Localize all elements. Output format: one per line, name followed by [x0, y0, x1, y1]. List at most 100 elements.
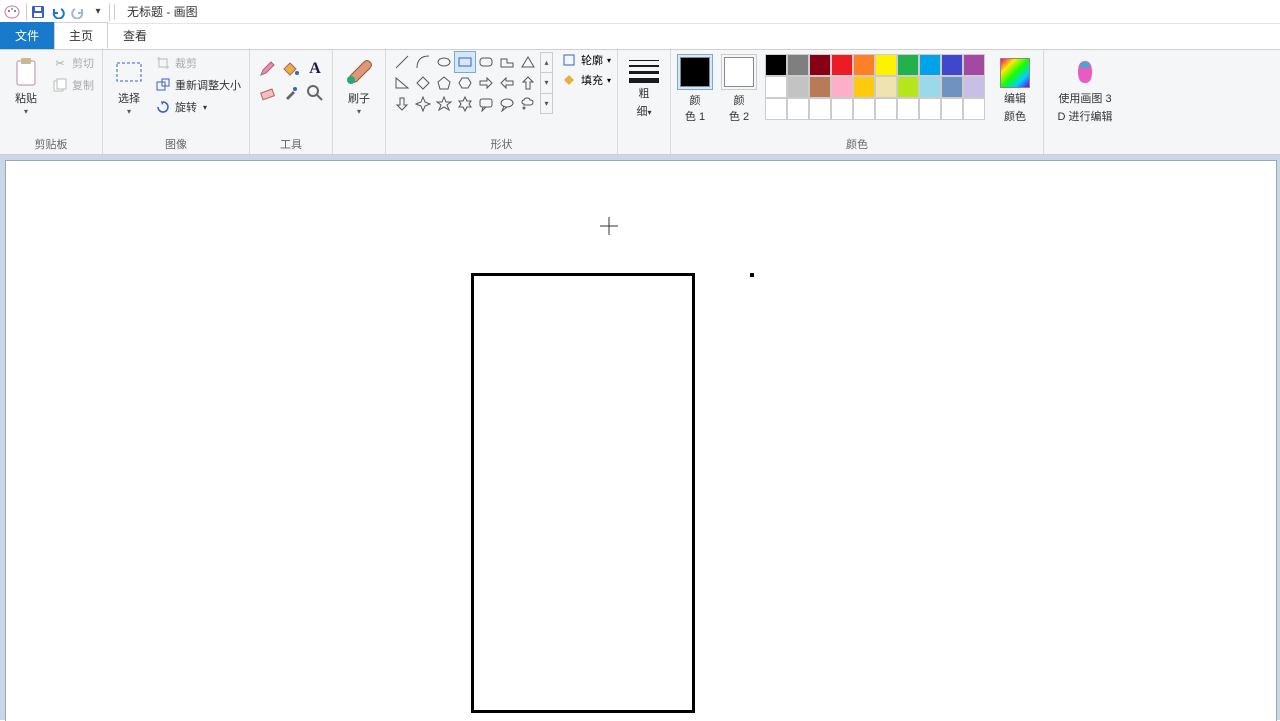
arrow-down-shape[interactable]: [392, 94, 412, 114]
select-icon: [113, 56, 145, 88]
color-swatch[interactable]: [765, 76, 787, 98]
text-tool[interactable]: A: [304, 58, 326, 80]
color-swatch[interactable]: [963, 54, 985, 76]
color-swatch[interactable]: [919, 76, 941, 98]
color-swatch[interactable]: [853, 76, 875, 98]
group-paint3d: 使用画图 3 D 进行编辑: [1044, 50, 1126, 154]
callout-cloud-shape[interactable]: [518, 94, 538, 114]
arrow-up-shape[interactable]: [518, 73, 538, 93]
color-swatch[interactable]: [831, 98, 853, 120]
shape-outline-button[interactable]: 轮廓▾: [561, 52, 611, 68]
rotate-button[interactable]: 旋转▾: [153, 96, 243, 118]
hexagon-shape[interactable]: [455, 73, 475, 93]
curve-shape[interactable]: [413, 52, 433, 72]
color1-button[interactable]: [677, 54, 713, 90]
triangle-shape[interactable]: [518, 52, 538, 72]
clipboard-icon: [10, 56, 42, 88]
drawn-rectangle: [471, 273, 695, 713]
oval-shape[interactable]: [434, 52, 454, 72]
rectangle-shape[interactable]: [455, 52, 475, 72]
color-swatch[interactable]: [897, 76, 919, 98]
magnifier-tool[interactable]: [304, 82, 326, 104]
fill-icon: [561, 72, 577, 88]
tab-home[interactable]: 主页: [54, 22, 108, 49]
crop-button[interactable]: 裁剪: [153, 52, 243, 74]
color-swatch[interactable]: [875, 98, 897, 120]
group-shapes: ▴▾▾ 轮廓▾ 填充▾ 形状: [386, 50, 618, 154]
color-swatch[interactable]: [765, 98, 787, 120]
cut-button[interactable]: ✂剪切: [50, 52, 96, 74]
eraser-tool[interactable]: [256, 82, 278, 104]
ribbon: 粘贴 ▾ ✂剪切 复制 剪贴板 选择 ▾ 裁剪 重新调整大小 旋转▾ 图像: [0, 50, 1280, 154]
undo-icon[interactable]: [49, 3, 67, 21]
qat-customize-icon[interactable]: ▾: [89, 3, 107, 21]
paint3d-icon: [1069, 56, 1101, 88]
paste-label: 粘贴: [15, 90, 37, 106]
arrow-right-shape[interactable]: [476, 73, 496, 93]
color-swatch[interactable]: [787, 76, 809, 98]
color-swatch[interactable]: [831, 76, 853, 98]
ribbon-tabs: 文件 主页 查看: [0, 24, 1280, 49]
color-swatch[interactable]: [963, 76, 985, 98]
star6-shape[interactable]: [455, 94, 475, 114]
polygon-shape[interactable]: [497, 52, 517, 72]
resize-button[interactable]: 重新调整大小: [153, 74, 243, 96]
shapes-scroll[interactable]: ▴▾▾: [540, 52, 553, 114]
line-shape[interactable]: [392, 52, 412, 72]
redo-icon[interactable]: [69, 3, 87, 21]
paint3d-button[interactable]: 使用画图 3 D 进行编辑: [1050, 52, 1120, 124]
title-bar: ▾ 无标题 - 画图: [0, 0, 1280, 24]
color-swatch[interactable]: [875, 54, 897, 76]
color-swatch[interactable]: [853, 54, 875, 76]
color-swatch[interactable]: [897, 98, 919, 120]
arrow-left-shape[interactable]: [497, 73, 517, 93]
color-swatch[interactable]: [941, 98, 963, 120]
star5-shape[interactable]: [434, 94, 454, 114]
edit-colors-button[interactable]: 编辑 颜色: [993, 54, 1037, 124]
color-swatch[interactable]: [853, 98, 875, 120]
size-button[interactable]: 粗 细▾: [624, 52, 664, 119]
color-swatch[interactable]: [963, 98, 985, 120]
save-icon[interactable]: [29, 3, 47, 21]
scissors-icon: ✂: [52, 55, 68, 71]
callout-rect-shape[interactable]: [476, 94, 496, 114]
color-swatch[interactable]: [787, 98, 809, 120]
tab-view[interactable]: 查看: [108, 22, 162, 49]
right-triangle-shape[interactable]: [392, 73, 412, 93]
color-swatch[interactable]: [809, 98, 831, 120]
color-swatch[interactable]: [787, 54, 809, 76]
color-swatch[interactable]: [919, 98, 941, 120]
tab-file[interactable]: 文件: [0, 22, 54, 49]
diamond-shape[interactable]: [413, 73, 433, 93]
shapes-gallery[interactable]: [392, 52, 538, 114]
rounded-rect-shape[interactable]: [476, 52, 496, 72]
color-palette[interactable]: [765, 54, 985, 120]
select-button[interactable]: 选择 ▾: [109, 52, 149, 116]
color2-button[interactable]: [721, 54, 757, 90]
callout-oval-shape[interactable]: [497, 94, 517, 114]
copy-button[interactable]: 复制: [50, 74, 96, 96]
color-swatch[interactable]: [765, 54, 787, 76]
color-swatch[interactable]: [897, 54, 919, 76]
brushes-button[interactable]: 刷子 ▾: [339, 52, 379, 116]
shape-fill-button[interactable]: 填充▾: [561, 72, 611, 88]
color-swatch[interactable]: [941, 54, 963, 76]
color-swatch[interactable]: [941, 76, 963, 98]
canvas-background: [0, 155, 1280, 720]
pencil-tool[interactable]: [256, 58, 278, 80]
color-swatch[interactable]: [809, 76, 831, 98]
color-swatch[interactable]: [809, 54, 831, 76]
color-swatch[interactable]: [831, 54, 853, 76]
color-picker-tool[interactable]: [280, 82, 302, 104]
group-label-tools: 工具: [256, 136, 326, 154]
star4-shape[interactable]: [413, 94, 433, 114]
brush-icon: [343, 56, 375, 88]
resize-icon: [155, 77, 171, 93]
paste-button[interactable]: 粘贴 ▾: [6, 52, 46, 116]
fill-tool[interactable]: [280, 58, 302, 80]
color-swatch[interactable]: [875, 76, 897, 98]
color-swatch[interactable]: [919, 54, 941, 76]
pentagon-shape[interactable]: [434, 73, 454, 93]
quick-access-toolbar: ▾: [26, 3, 110, 21]
canvas[interactable]: [6, 161, 1276, 721]
